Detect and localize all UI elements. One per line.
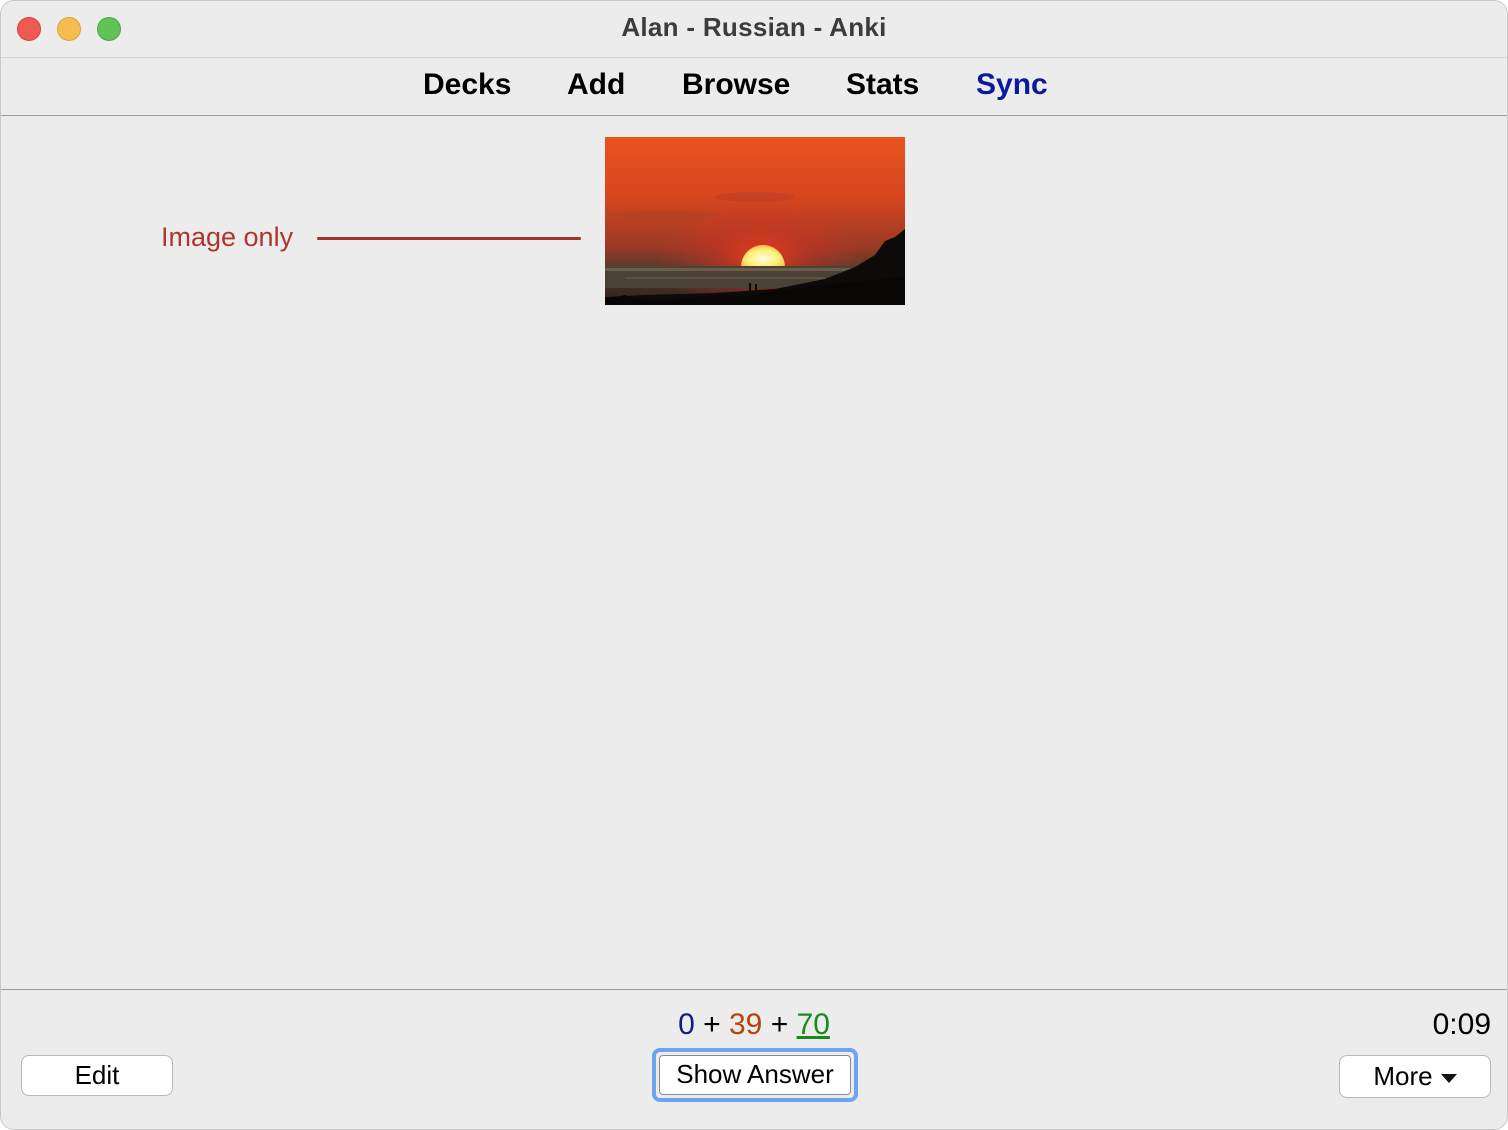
window-title: Alan - Russian - Anki <box>621 12 887 42</box>
card-timer: 0:09 <box>1432 1008 1491 1041</box>
toolbar-decks-link[interactable]: Decks <box>423 68 511 102</box>
card-review-area: Image only <box>1 116 1507 989</box>
toolbar-browse-link[interactable]: Browse <box>682 68 790 102</box>
edit-button[interactable]: Edit <box>21 1055 173 1096</box>
toolbar-sync-link[interactable]: Sync <box>976 68 1048 102</box>
new-count: 0 <box>678 1008 695 1041</box>
toolbar-stats-link[interactable]: Stats <box>846 68 919 102</box>
review-bottom-bar: 0 + 39 + 70 0:09 Edit Show Answer More <box>1 989 1507 1129</box>
toolbar-add-link[interactable]: Add <box>567 68 625 102</box>
more-button-label: More <box>1373 1061 1433 1091</box>
more-button[interactable]: More <box>1339 1055 1491 1098</box>
review-count: 70 <box>796 1008 830 1041</box>
show-answer-button[interactable]: Show Answer <box>652 1048 858 1102</box>
anki-window: Alan - Russian - Anki Decks Add Browse S… <box>0 0 1508 1130</box>
title-bar[interactable]: Alan - Russian - Anki <box>1 1 1507 58</box>
show-answer-button-label: Show Answer <box>659 1055 851 1095</box>
count-separator: + <box>770 1008 789 1041</box>
image-only-annotation-label: Image only <box>161 222 294 252</box>
main-toolbar: Decks Add Browse Stats Sync <box>1 58 1507 116</box>
learning-count: 39 <box>728 1008 763 1041</box>
annotation-pointer-line <box>317 237 581 240</box>
due-counts: 0 + 39 + 70 <box>1 1008 1507 1042</box>
chevron-down-icon <box>1440 1073 1457 1083</box>
count-separator: + <box>703 1008 721 1041</box>
sunset-photo-icon <box>605 137 905 305</box>
